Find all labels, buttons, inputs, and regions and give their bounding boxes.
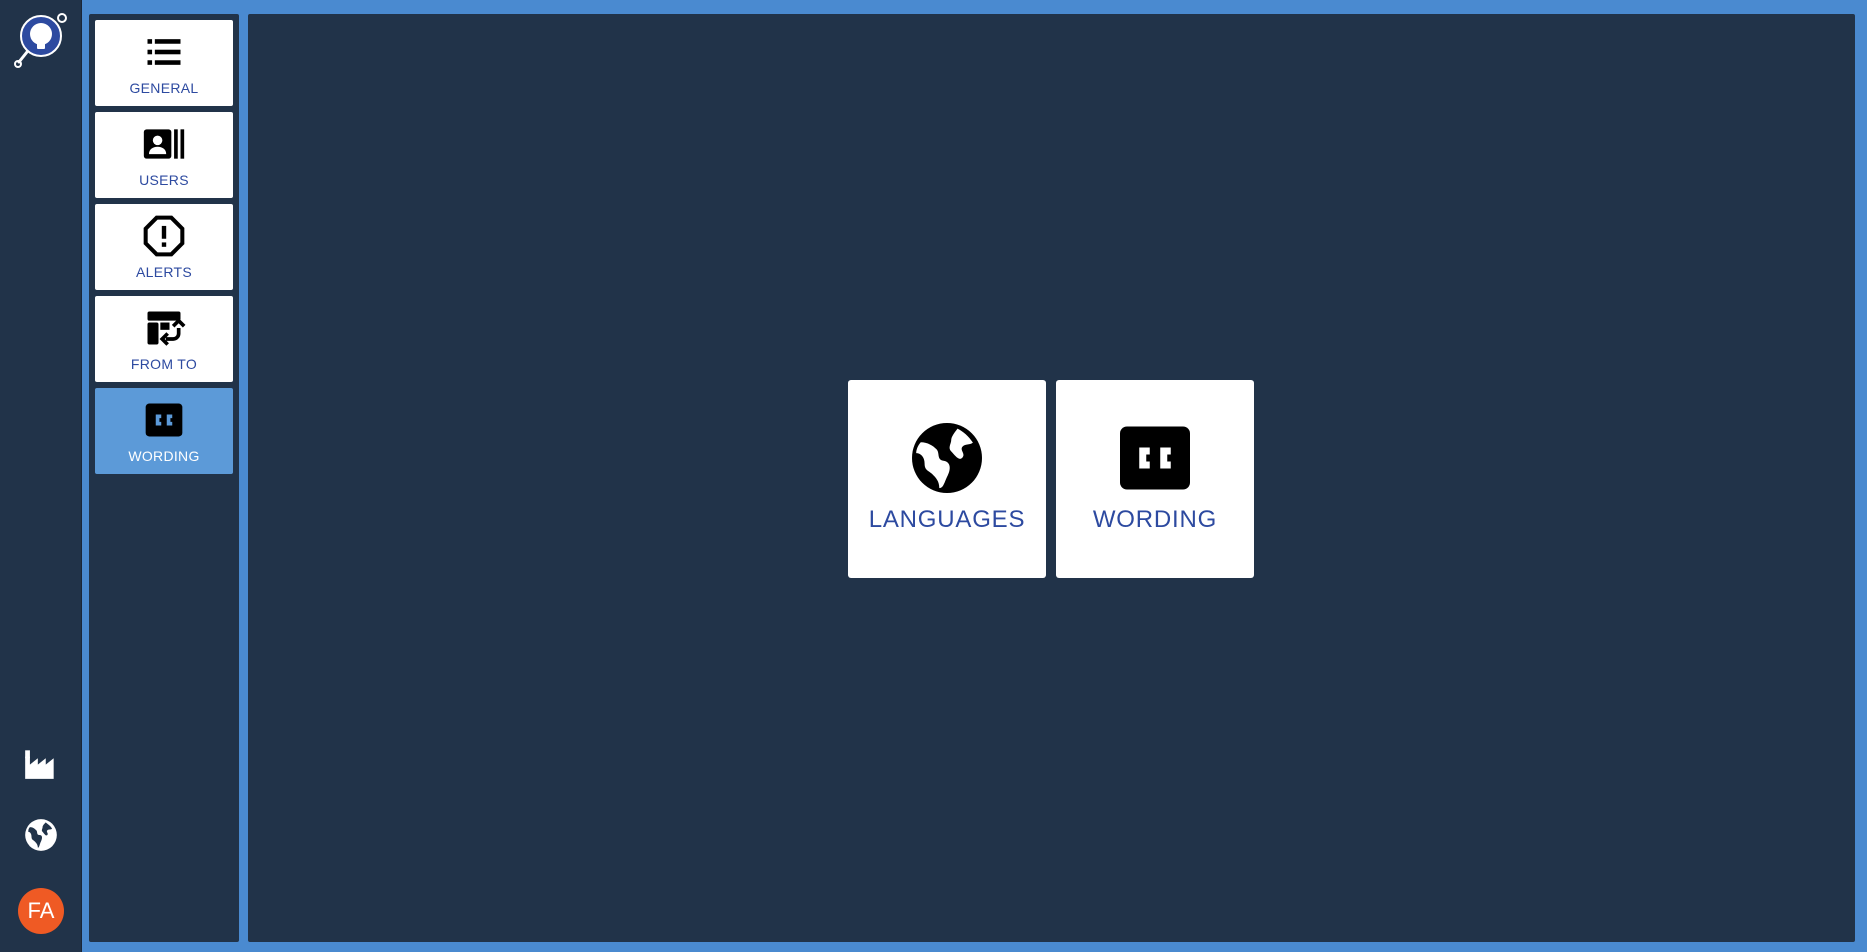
closed-caption-icon — [145, 403, 183, 437]
closed-caption-icon — [1120, 426, 1190, 490]
left-rail: FA — [0, 0, 82, 952]
card-label: WORDING — [1092, 506, 1218, 533]
user-avatar[interactable]: FA — [18, 888, 64, 934]
wording-card[interactable]: WORDING — [1056, 380, 1254, 578]
factory-icon[interactable] — [22, 744, 60, 782]
table-swap-icon — [147, 311, 186, 346]
contact-card-icon — [143, 129, 185, 159]
nav-item-from-to[interactable]: FROM TO — [95, 296, 233, 382]
nav-item-users[interactable]: USERS — [95, 112, 233, 198]
nav-label: USERS — [139, 172, 189, 188]
app-logo-icon[interactable] — [13, 12, 69, 70]
card-label: LANGUAGES — [868, 506, 1026, 533]
app-frame: FA GENERAL USERS ALERTS FROM TO WORDING … — [0, 0, 1867, 952]
nav-label: ALERTS — [135, 264, 192, 280]
nav-label: WORDING — [128, 448, 200, 464]
settings-nav: GENERAL USERS ALERTS FROM TO WORDING — [89, 14, 239, 942]
globe-icon[interactable] — [22, 816, 60, 854]
alert-octagon-icon — [143, 215, 185, 257]
nav-item-alerts[interactable]: ALERTS — [95, 204, 233, 290]
globe-icon — [912, 423, 982, 493]
nav-label: FROM TO — [130, 356, 198, 372]
nav-item-general[interactable]: GENERAL — [95, 20, 233, 106]
nav-label: GENERAL — [129, 80, 199, 96]
nav-item-wording[interactable]: WORDING — [95, 388, 233, 474]
list-icon — [147, 39, 181, 65]
main-panel: LANGUAGES WORDING — [248, 14, 1855, 942]
languages-card[interactable]: LANGUAGES — [848, 380, 1046, 578]
